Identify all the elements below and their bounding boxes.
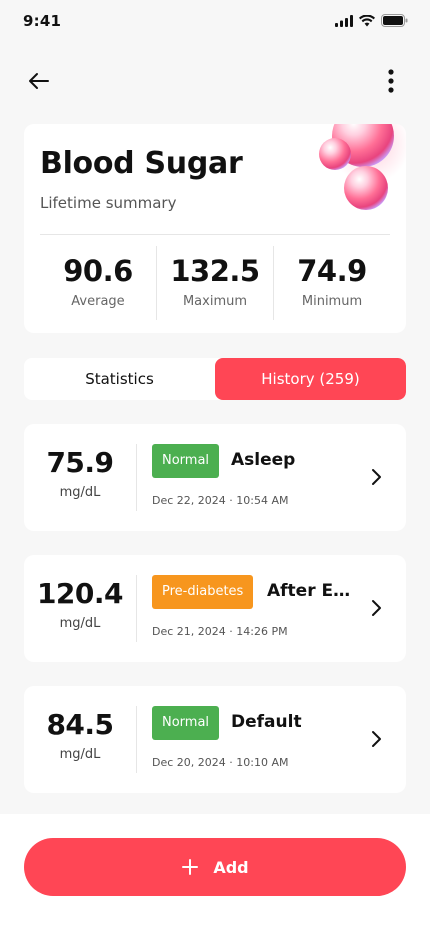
status-time: 9:41 xyxy=(23,12,62,30)
add-button-label: Add xyxy=(213,857,249,877)
record-value: 84.5 xyxy=(46,708,114,741)
record-divider xyxy=(136,575,137,642)
record-reading: 75.9 mg/dL xyxy=(24,444,136,511)
record-datetime: Dec 22, 2024 · 10:54 AM xyxy=(152,494,289,507)
record-time: 14:26 PM xyxy=(236,625,288,638)
summary-divider xyxy=(40,234,390,235)
record-type: Default xyxy=(231,712,302,732)
stat-minimum-value: 74.9 xyxy=(297,254,367,288)
stat-average-label: Average xyxy=(71,294,125,309)
record-value: 75.9 xyxy=(46,446,114,479)
stat-minimum: 74.9 Minimum xyxy=(273,246,390,320)
history-record[interactable]: 84.5 mg/dL Normal Default Dec 20, 2024 ·… xyxy=(24,686,406,793)
bubbles-illustration xyxy=(319,124,406,210)
record-date: Dec 20, 2024 xyxy=(152,756,226,769)
status-icons xyxy=(335,14,408,27)
history-record[interactable]: 75.9 mg/dL Normal Asleep Dec 22, 2024 · … xyxy=(24,424,406,531)
status-badge: Normal xyxy=(152,706,220,740)
record-divider xyxy=(136,706,137,773)
stat-maximum: 132.5 Maximum xyxy=(156,246,273,320)
stat-maximum-value: 132.5 xyxy=(170,254,260,288)
record-datetime: Dec 20, 2024 · 10:10 AM xyxy=(152,756,289,769)
record-reading: 120.4 mg/dL xyxy=(24,575,136,642)
add-button[interactable]: Add xyxy=(24,838,406,896)
record-unit: mg/dL xyxy=(59,747,101,762)
record-type: Asleep xyxy=(231,450,296,470)
plus-icon xyxy=(182,859,199,875)
record-divider xyxy=(136,444,137,511)
chevron-right-icon xyxy=(372,469,381,485)
footer-bar: Add xyxy=(0,814,430,932)
history-record[interactable]: 120.4 mg/dL Pre-diabetes After Ea... Dec… xyxy=(24,555,406,662)
signal-icon xyxy=(335,14,353,27)
back-button[interactable] xyxy=(24,66,54,96)
tab-statistics[interactable]: Statistics xyxy=(24,358,215,400)
top-nav xyxy=(0,60,430,100)
chevron-right-icon xyxy=(372,600,381,616)
record-datetime: Dec 21, 2024 · 14:26 PM xyxy=(152,625,288,638)
status-badge: Pre-diabetes xyxy=(152,575,254,609)
record-time: 10:10 AM xyxy=(236,756,289,769)
record-reading: 84.5 mg/dL xyxy=(24,706,136,773)
stats-row: 90.6 Average 132.5 Maximum 74.9 Minimum xyxy=(40,246,390,320)
status-bar: 9:41 xyxy=(0,0,430,44)
record-date: Dec 21, 2024 xyxy=(152,625,226,638)
more-options-button[interactable] xyxy=(376,66,406,96)
record-unit: mg/dL xyxy=(59,485,101,500)
record-date: Dec 22, 2024 xyxy=(152,494,226,507)
more-vertical-icon xyxy=(388,69,394,93)
summary-title: Blood Sugar xyxy=(40,146,243,181)
summary-subtitle: Lifetime summary xyxy=(40,194,177,212)
back-arrow-icon xyxy=(29,73,49,89)
stat-average: 90.6 Average xyxy=(40,246,156,320)
chevron-right-icon xyxy=(372,731,381,747)
record-unit: mg/dL xyxy=(59,616,101,631)
summary-card: Blood Sugar Lifetime summary 90.6 Averag… xyxy=(24,124,406,333)
battery-icon xyxy=(381,14,408,27)
record-time: 10:54 AM xyxy=(236,494,289,507)
stat-maximum-label: Maximum xyxy=(182,294,248,309)
stat-minimum-label: Minimum xyxy=(301,294,363,309)
record-value: 120.4 xyxy=(36,577,124,610)
stat-average-value: 90.6 xyxy=(63,254,133,288)
wifi-icon xyxy=(359,14,375,26)
tab-history[interactable]: History (259) xyxy=(215,358,406,400)
status-badge: Normal xyxy=(152,444,220,478)
record-type: After Ea... xyxy=(267,581,357,601)
view-tabs: Statistics History (259) xyxy=(24,358,406,400)
